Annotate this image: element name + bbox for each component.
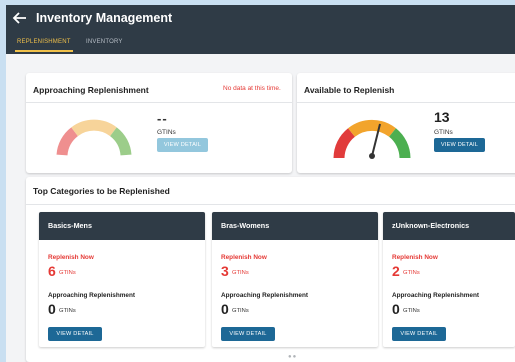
replenish-now-label: Replenish Now: [48, 254, 94, 261]
gtin-count: 13: [434, 109, 450, 125]
replenish-now-count: 6: [48, 263, 56, 279]
view-detail-button[interactable]: VIEW DETAIL: [392, 327, 446, 341]
tab-inventory[interactable]: INVENTORY: [86, 39, 123, 45]
approaching-count: 0: [392, 301, 400, 317]
category-card-bras-womens: Bras-Womens Replenish Now 3 GTINs Approa…: [212, 212, 378, 347]
replenishment-gauge: [56, 119, 132, 156]
app-window: Inventory Management REPLENISHMENT INVEN…: [6, 5, 515, 362]
view-detail-button[interactable]: VIEW DETAIL: [157, 138, 208, 152]
replenish-now-label: Replenish Now: [392, 254, 438, 261]
carousel-pagination-dots[interactable]: ●●: [288, 354, 297, 360]
category-name: Basics-Mens: [39, 212, 205, 240]
view-detail-button[interactable]: VIEW DETAIL: [221, 327, 275, 341]
approaching-unit: GTINs: [232, 308, 249, 314]
active-tab-indicator: [15, 50, 73, 52]
category-name: zUnknown-Electronics: [383, 212, 515, 240]
replenish-now-count: 2: [392, 263, 400, 279]
replenish-now-unit: GTINs: [403, 270, 420, 276]
arrow-left-icon[interactable]: [12, 10, 28, 26]
gtin-label: GTINs: [434, 129, 453, 136]
approaching-count: 0: [48, 301, 56, 317]
view-detail-button[interactable]: VIEW DETAIL: [434, 138, 485, 152]
approaching-label: Approaching Replenishment: [48, 292, 135, 299]
approaching-label: Approaching Replenishment: [221, 292, 308, 299]
no-data-message: No data at this time.: [223, 85, 281, 92]
approaching-unit: GTINs: [59, 308, 76, 314]
replenish-now-count: 3: [221, 263, 229, 279]
available-to-replenish-card: Available to Replenish 13 GTINs VIEW DET…: [297, 73, 515, 173]
category-card-zunknown-electronics: zUnknown-Electronics Replenish Now 2 GTI…: [383, 212, 515, 347]
card-title: Approaching Replenishment: [33, 85, 149, 95]
panel-title: Top Categories to be Replenished: [33, 186, 170, 196]
approaching-unit: GTINs: [403, 308, 420, 314]
tab-replenishment[interactable]: REPLENISHMENT: [17, 39, 71, 45]
divider: [26, 102, 292, 103]
divider: [297, 102, 515, 103]
category-name: Bras-Womens: [212, 212, 378, 240]
approaching-replenishment-card: Approaching Replenishment No data at thi…: [26, 73, 292, 173]
gtin-label: GTINs: [157, 129, 176, 136]
card-title: Available to Replenish: [304, 85, 395, 95]
replenish-now-unit: GTINs: [59, 270, 76, 276]
replenish-now-unit: GTINs: [232, 270, 249, 276]
category-card-basics-mens: Basics-Mens Replenish Now 6 GTINs Approa…: [39, 212, 205, 347]
page-title: Inventory Management: [36, 11, 173, 25]
divider: [26, 204, 515, 205]
replenish-now-label: Replenish Now: [221, 254, 267, 261]
gtin-count: --: [157, 111, 168, 126]
approaching-label: Approaching Replenishment: [392, 292, 479, 299]
view-detail-button[interactable]: VIEW DETAIL: [48, 327, 102, 341]
available-gauge: [333, 119, 411, 159]
app-header: Inventory Management REPLENISHMENT INVEN…: [6, 5, 515, 54]
approaching-count: 0: [221, 301, 229, 317]
